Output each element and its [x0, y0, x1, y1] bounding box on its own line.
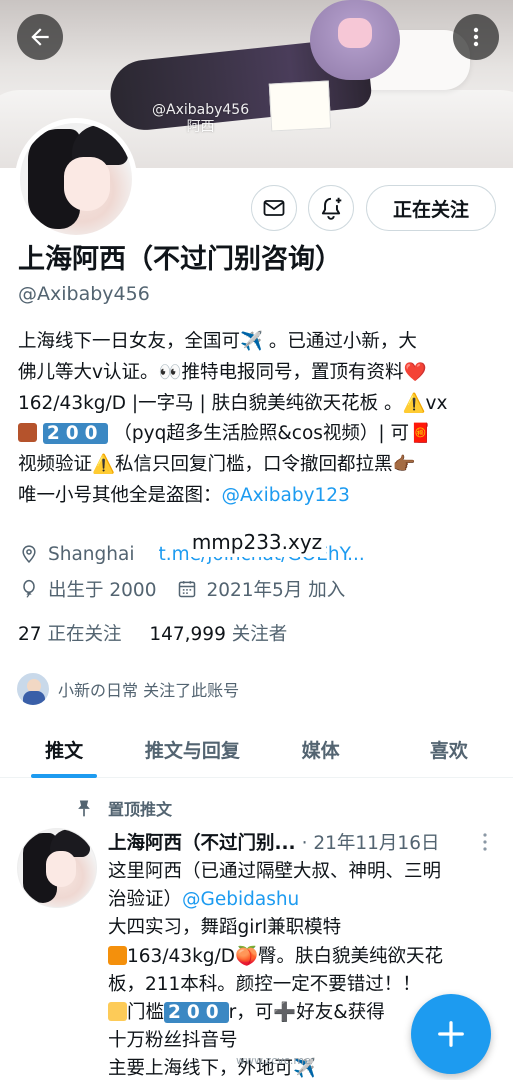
calendar-icon — [176, 578, 198, 600]
followers-label: 关注者 — [231, 624, 288, 645]
back-button[interactable] — [17, 14, 63, 60]
pin-icon — [74, 798, 94, 818]
following-button[interactable]: 正在关注 — [366, 185, 496, 231]
bio-line4-text: （pyq超多生活脸照&cos视频）| 可🧧 — [113, 423, 433, 445]
more-options-button[interactable] — [453, 14, 499, 60]
tweet-digits: 200 — [164, 1002, 229, 1024]
bio-line: 上海线下一日女友，全国可✈️ 。已通过小新，大 — [18, 331, 417, 352]
tweet-line: 这里阿西（已通过隔壁大叔、神明、三明 — [108, 861, 442, 882]
tweet-more-button[interactable] — [478, 832, 492, 856]
orange-square-emoji-icon — [108, 945, 127, 965]
tab-likes[interactable]: 喜欢 — [385, 722, 513, 777]
tweet-line6-b: r，可➕好友&获得 — [228, 1002, 385, 1024]
banner-paper-sign — [268, 80, 332, 132]
door-emoji-icon — [18, 423, 37, 443]
followers-count: 147,999 — [149, 624, 226, 645]
followed-by-text: 小新の日常 关注了此账号 — [58, 681, 240, 700]
tweet-line4-text: 163/43kg/D🍑臀。肤白貌美纯欲天花 — [127, 945, 444, 967]
banner-watermark-handle: @Axibaby456 — [152, 102, 250, 118]
tweet-header: 上海阿西（不过门别... · 21年11月16日 — [108, 829, 439, 855]
message-button[interactable] — [251, 185, 297, 231]
display-name: 上海阿西（不过门别咨询） — [18, 244, 342, 275]
bio-line6-text: 唯一小号其他全是盗图： — [18, 484, 222, 506]
bio-digits: 200 — [42, 423, 108, 445]
tweet-line: 治验证）@Gebidashu — [108, 886, 503, 914]
follower-avatar — [15, 671, 51, 707]
profile-meta-dates-row: 出生于 2000 2021年5月 加入 — [18, 576, 345, 602]
pinned-label-text: 置顶推文 — [108, 800, 173, 819]
tweet-author-name[interactable]: 上海阿西（不过门别... — [108, 829, 296, 855]
tweet-date[interactable]: · 21年11月16日 — [302, 829, 440, 855]
followers-stat[interactable]: 147,999 关注者 — [149, 624, 287, 645]
compose-tweet-button[interactable] — [411, 994, 491, 1074]
tweet-mention-link[interactable]: @Gebidashu — [182, 889, 299, 910]
more-vertical-icon — [483, 833, 487, 851]
bio-line: 视频验证⚠️私信只回复门槛，口令撤回都拉黑👉🏾 — [18, 454, 416, 476]
tweet-line6-a: 门槛 — [127, 1002, 165, 1024]
bell-plus-icon — [321, 197, 342, 220]
more-vertical-icon — [473, 27, 479, 47]
location-text: Shanghai — [48, 543, 135, 565]
yellow-square-emoji-icon — [108, 1002, 127, 1022]
bio-mention-link[interactable]: @Axibaby123 — [222, 485, 350, 506]
avatar-image — [20, 123, 132, 235]
following-stat[interactable]: 27 正在关注 — [18, 624, 121, 645]
tweet-author-avatar[interactable] — [17, 828, 97, 908]
profile-bio: 上海线下一日女友，全国可✈️ 。已通过小新，大 佛儿等大v认证。👀推特电报同号，… — [18, 327, 498, 512]
bottom-watermark: www.zcvc.me — [236, 1054, 311, 1067]
bio-line: 佛儿等大v认证。👀推特电报同号，置顶有资料❤️ — [18, 361, 427, 383]
bio-line: 唯一小号其他全是盗图：@Axibaby123 — [18, 481, 498, 512]
tab-media[interactable]: 媒体 — [257, 722, 385, 777]
join-date: 2021年5月 加入 — [206, 580, 346, 601]
user-handle: @Axibaby456 — [18, 283, 150, 305]
back-arrow-icon — [31, 28, 49, 46]
overlay-watermark: mmp233.xyz — [188, 527, 326, 557]
bio-line: 200 （pyq超多生活脸照&cos视频）| 可🧧 — [18, 419, 498, 450]
birthday-balloon-icon — [18, 578, 40, 600]
tweet-line2-text: 治验证） — [108, 889, 183, 911]
followed-by-row[interactable]: 小新の日常 关注了此账号 — [15, 671, 239, 707]
following-label: 正在关注 — [47, 624, 122, 645]
compose-plus-icon — [438, 1021, 464, 1047]
tweet-line: 163/43kg/D🍑臀。肤白貌美纯欲天花 — [108, 943, 503, 971]
tab-tweets-and-replies[interactable]: 推文与回复 — [128, 722, 256, 777]
following-count: 27 — [18, 624, 42, 645]
tab-tweets[interactable]: 推文 — [0, 722, 128, 777]
banner-watermark: @Axibaby456 阿西 — [152, 102, 249, 136]
tweet-line: 大四实习，舞蹈girl兼职模特 — [108, 917, 342, 939]
profile-tabs: 推文 推文与回复 媒体 喜欢 — [0, 722, 513, 778]
profile-avatar[interactable] — [15, 118, 137, 240]
banner-watermark-name: 阿西 — [186, 119, 215, 135]
mail-icon — [263, 200, 285, 216]
birth-date: 出生于 2000 — [48, 580, 157, 601]
banner-face-mask — [338, 18, 372, 48]
bio-line: 162/43kg/D |一字马 | 肤白貌美纯欲天花板 。⚠️vx — [18, 392, 448, 414]
follow-stats: 27 正在关注 147,999 关注者 — [18, 620, 287, 646]
notifications-button[interactable] — [308, 185, 354, 231]
location-pin-icon — [18, 543, 40, 565]
pinned-tweet-label: 置顶推文 — [74, 796, 172, 820]
